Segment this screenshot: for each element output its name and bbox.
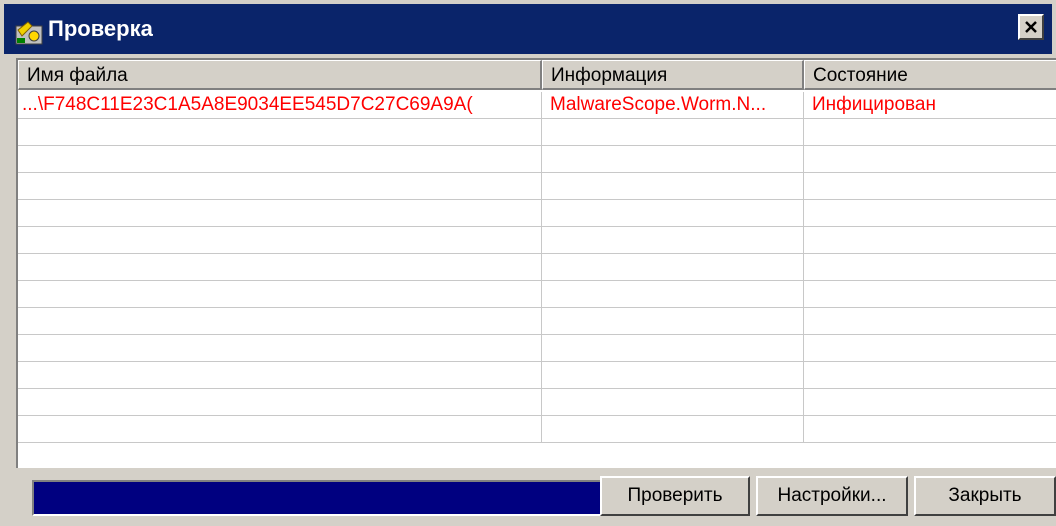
table-row[interactable] xyxy=(18,173,1056,200)
results-list[interactable]: Имя файла Информация Состояние ...\F748C… xyxy=(16,58,1056,468)
bottom-bar: Проверить Настройки... Закрыть xyxy=(16,468,1056,526)
table-row[interactable]: ...\F748C11E23C1A5A8E9034EE545D7C27C69A9… xyxy=(18,92,1056,119)
scan-window: Проверка Имя файла Информация Состояние … xyxy=(0,0,1056,526)
empty-cell xyxy=(542,308,804,335)
status-cell: Инфицирован xyxy=(812,94,936,115)
empty-cell xyxy=(542,227,804,254)
list-header: Имя файла Информация Состояние xyxy=(18,60,1056,92)
scan-app-icon xyxy=(14,16,44,46)
table-row[interactable] xyxy=(18,254,1056,281)
table-row[interactable] xyxy=(18,308,1056,335)
table-row[interactable] xyxy=(18,146,1056,173)
file-name-cell: ...\F748C11E23C1A5A8E9034EE545D7C27C69A9… xyxy=(18,92,542,119)
empty-cell xyxy=(542,416,804,443)
empty-cell xyxy=(18,389,542,416)
scan-button[interactable]: Проверить xyxy=(600,476,750,516)
empty-cell xyxy=(804,362,1056,389)
close-icon xyxy=(1025,21,1037,33)
empty-cell xyxy=(18,335,542,362)
table-row[interactable] xyxy=(18,416,1056,443)
empty-cell xyxy=(804,146,1056,173)
empty-cell xyxy=(542,200,804,227)
empty-cell xyxy=(804,254,1056,281)
column-header-status[interactable]: Состояние xyxy=(804,60,1056,90)
table-row[interactable] xyxy=(18,200,1056,227)
empty-cell xyxy=(542,389,804,416)
list-rows: ...\F748C11E23C1A5A8E9034EE545D7C27C69A9… xyxy=(18,92,1056,443)
table-row[interactable] xyxy=(18,389,1056,416)
empty-cell xyxy=(542,254,804,281)
column-header-filename[interactable]: Имя файла xyxy=(18,60,542,90)
table-row[interactable] xyxy=(18,362,1056,389)
empty-cell xyxy=(804,200,1056,227)
empty-cell xyxy=(18,119,542,146)
settings-button[interactable]: Настройки... xyxy=(756,476,908,516)
table-row[interactable] xyxy=(18,227,1056,254)
empty-cell xyxy=(542,281,804,308)
table-row[interactable] xyxy=(18,281,1056,308)
empty-cell xyxy=(542,335,804,362)
close-window-button[interactable] xyxy=(1018,14,1044,40)
empty-cell xyxy=(804,119,1056,146)
empty-cell xyxy=(542,119,804,146)
empty-cell xyxy=(18,173,542,200)
empty-cell xyxy=(804,308,1056,335)
empty-cell xyxy=(18,281,542,308)
empty-cell xyxy=(804,281,1056,308)
empty-cell xyxy=(18,416,542,443)
column-header-info[interactable]: Информация xyxy=(542,60,804,90)
empty-cell xyxy=(804,335,1056,362)
table-row[interactable] xyxy=(18,119,1056,146)
empty-cell xyxy=(18,254,542,281)
empty-cell xyxy=(18,227,542,254)
scan-progress-bar xyxy=(32,480,602,516)
empty-cell xyxy=(804,416,1056,443)
table-row[interactable] xyxy=(18,335,1056,362)
empty-cell xyxy=(804,227,1056,254)
progress-fill xyxy=(34,482,600,514)
window-title: Проверка xyxy=(48,16,153,41)
empty-cell xyxy=(542,173,804,200)
empty-cell xyxy=(18,146,542,173)
empty-cell xyxy=(804,173,1056,200)
info-cell: MalwareScope.Worm.N... xyxy=(542,92,804,119)
empty-cell xyxy=(18,308,542,335)
empty-cell xyxy=(542,362,804,389)
empty-cell xyxy=(804,389,1056,416)
empty-cell xyxy=(542,146,804,173)
title-bar[interactable]: Проверка xyxy=(4,4,1052,54)
empty-cell xyxy=(18,200,542,227)
empty-cell xyxy=(18,362,542,389)
close-button[interactable]: Закрыть xyxy=(914,476,1056,516)
